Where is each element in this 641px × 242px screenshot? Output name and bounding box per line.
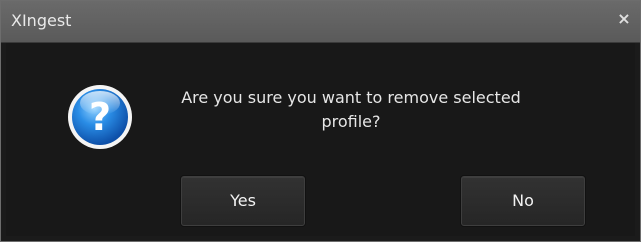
question-icon: ? xyxy=(68,85,132,149)
yes-button[interactable]: Yes xyxy=(181,176,305,226)
close-button[interactable]: × xyxy=(612,7,636,31)
confirmation-message: Are you sure you want to remove selected… xyxy=(181,88,521,131)
dialog-body: ? Are you sure you want to remove select… xyxy=(6,43,635,236)
title-bar[interactable]: XIngest × xyxy=(1,1,640,43)
window-title: XIngest xyxy=(11,11,72,30)
svg-text:?: ? xyxy=(89,95,111,139)
close-icon: × xyxy=(617,9,631,28)
no-button[interactable]: No xyxy=(461,176,585,226)
dialog-window: XIngest × ? Are you sure you want to rem… xyxy=(0,0,641,242)
